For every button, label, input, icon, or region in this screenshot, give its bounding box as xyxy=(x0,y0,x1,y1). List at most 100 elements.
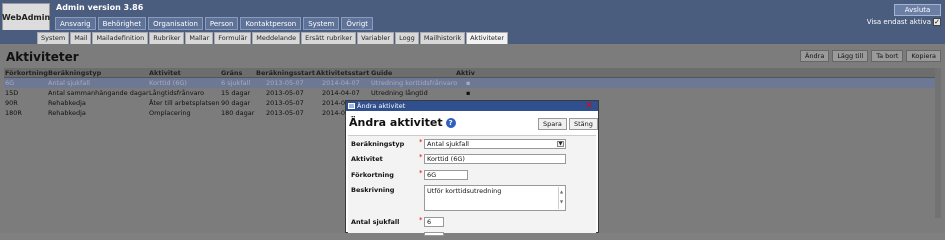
cell-guide: Utredning korttidsfrånvaro xyxy=(371,79,458,87)
subtab-ersatt-rubriker[interactable]: Ersätt rubriker xyxy=(301,32,357,44)
required-marker: * xyxy=(419,153,423,161)
berakningstyp-value: Antal sjukfall xyxy=(427,140,469,148)
cell-aktivitetsstart: 2014-04-07 xyxy=(322,89,360,97)
edit-button[interactable]: Ändra xyxy=(799,50,830,62)
dialog-titlebar[interactable]: Ändra aktivitet ✕ xyxy=(346,101,598,111)
dialog-heading-text: Ändra aktivitet xyxy=(349,116,443,129)
required-marker: * xyxy=(419,138,423,146)
forkortning-input[interactable]: 6G xyxy=(424,170,468,180)
cell-berakningstyp: Rehabkedja xyxy=(48,99,86,107)
subtab-logg[interactable]: Logg xyxy=(395,32,419,44)
page-title: Aktiviteter xyxy=(6,50,79,64)
col-grans[interactable]: Gräns xyxy=(221,68,242,78)
show-active-only-checkbox[interactable]: ✓ xyxy=(933,18,941,26)
cell-berakningsstart: 2013-05-07 xyxy=(266,79,304,87)
show-active-only: Visa endast aktiva ✓ xyxy=(867,18,941,26)
save-button[interactable]: Spara xyxy=(538,118,567,130)
logout-button[interactable]: Avsluta xyxy=(894,4,941,16)
cell-forkortning: 180R xyxy=(5,109,22,117)
subtab-mailadefinition[interactable]: Mailadefinition xyxy=(92,32,149,44)
subtab-mail[interactable]: Mail xyxy=(70,32,92,44)
chevron-down-icon: ▼ xyxy=(557,141,564,147)
subtab-variabler[interactable]: Variabler xyxy=(357,32,395,44)
table-scrollbar[interactable] xyxy=(935,68,941,218)
textarea-scrollbar[interactable]: ▲ ▼ xyxy=(558,187,564,209)
delete-button[interactable]: Ta bort xyxy=(871,50,904,62)
cell-grans: 90 dagar xyxy=(221,99,251,107)
cell-aktivitetsstart: 2014-0 xyxy=(322,109,346,117)
dialog-window-title: Ändra aktivitet xyxy=(357,102,406,110)
cell-grans: 15 dagar xyxy=(221,89,251,97)
cell-guide: Utredning långtid xyxy=(371,89,428,97)
aktivitet-input[interactable]: Korttid (6G) xyxy=(424,154,566,164)
antal-sjukfall-input[interactable]: 6 xyxy=(424,217,444,227)
col-forkortning[interactable]: Förkortning xyxy=(5,68,48,78)
aktivitet-label: Aktivitet xyxy=(351,155,383,163)
tab-kontaktperson[interactable]: Kontaktperson xyxy=(240,17,302,30)
table-header: Förkortning Beräkningstyp Aktivitet Grän… xyxy=(4,68,938,78)
tab-system[interactable]: System xyxy=(303,17,340,30)
cell-aktiv: ▪ xyxy=(466,89,471,97)
tab-behorighet[interactable]: Behörighet xyxy=(97,17,147,30)
table-row[interactable]: 15D Antal sammanhängande dagar Långtidsf… xyxy=(4,88,938,98)
cell-aktivitet: Korttid (6G) xyxy=(149,79,187,87)
cell-grans: 6 sjukfall xyxy=(221,79,251,87)
required-marker: * xyxy=(419,169,423,177)
cell-forkortning: 90R xyxy=(5,99,18,107)
app-logo: WebAdmin xyxy=(2,3,50,31)
cell-aktivitet: Omplacering xyxy=(149,109,191,117)
page-actions: Ändra Lägg till Ta bort Kopiera xyxy=(799,50,941,62)
subtab-system[interactable]: System xyxy=(37,32,70,44)
antal-sjukfall-label: Antal sjukfall xyxy=(351,218,400,226)
cell-berakningstyp: Antal sjukfall xyxy=(48,79,90,87)
forkortning-label: Förkortning xyxy=(351,171,394,179)
cell-berakningsstart: 2013-05-07 xyxy=(266,89,304,97)
col-aktivitetsstart[interactable]: Aktivitetsstart xyxy=(316,68,369,78)
cell-aktivitet: Långtidsfrånvaro xyxy=(149,89,205,97)
subtab-aktiviteter[interactable]: Aktiviteter xyxy=(466,32,509,44)
cell-forkortning: 6G xyxy=(5,79,15,87)
dialog-heading: Ändra aktivitet ? xyxy=(349,116,456,129)
subtab-rubriker[interactable]: Rubriker xyxy=(149,32,185,44)
next-field-input[interactable] xyxy=(424,232,444,236)
berakningstyp-select[interactable]: Antal sjukfall ▼ xyxy=(424,139,566,149)
cell-berakningstyp: Rehabkedja xyxy=(48,109,86,117)
subtab-mallar[interactable]: Mallar xyxy=(185,32,214,44)
tab-ovrigt[interactable]: Övrigt xyxy=(341,17,374,30)
cell-berakningsstart: 2013-05-07 xyxy=(266,99,304,107)
cell-aktivitetsstart: 2014-0 xyxy=(322,99,346,107)
cell-berakningstyp: Antal sammanhängande dagar xyxy=(48,89,149,97)
tab-organisation[interactable]: Organisation xyxy=(148,17,203,30)
subtab-mailhistorik[interactable]: Mailhistorik xyxy=(419,32,466,44)
close-button[interactable]: Stäng xyxy=(569,118,598,130)
subtab-meddelande[interactable]: Meddelande xyxy=(252,32,301,44)
tab-ansvarig[interactable]: Ansvarig xyxy=(55,17,96,30)
sub-tabs-bar: System Mail Mailadefinition Rubriker Mal… xyxy=(0,30,945,44)
cell-aktiv: ▪ xyxy=(466,79,471,87)
beskrivning-value: Utför korttidsutredning xyxy=(427,187,502,195)
col-berakningstyp[interactable]: Beräkningstyp xyxy=(48,68,101,78)
cell-aktivitetsstart: 2014-04-07 xyxy=(322,79,360,87)
window-icon xyxy=(348,103,355,109)
berakningstyp-label: Beräkningstyp xyxy=(351,140,405,148)
main-tabs: Ansvarig Behörighet Organisation Person … xyxy=(55,17,374,30)
required-marker: * xyxy=(419,216,423,224)
table-row[interactable]: 6G Antal sjukfall Korttid (6G) 6 sjukfal… xyxy=(4,78,938,88)
col-aktivitet[interactable]: Aktivitet xyxy=(149,68,181,78)
subtab-formular[interactable]: Formulär xyxy=(214,32,252,44)
cell-forkortning: 15D xyxy=(5,89,19,97)
cell-aktivitet: Åter till arbetsplatsen xyxy=(149,99,220,107)
close-icon[interactable]: ✕ xyxy=(583,101,595,111)
add-button[interactable]: Lägg till xyxy=(832,50,869,62)
cell-grans: 180 dagar xyxy=(221,109,255,117)
beskrivning-textarea[interactable]: Utför korttidsutredning ▲ ▼ xyxy=(424,185,566,211)
col-berakningsstart[interactable]: Beräkningsstart xyxy=(256,68,315,78)
version-label: Admin version 3.86 xyxy=(56,3,144,12)
col-guide[interactable]: Guide xyxy=(371,68,392,78)
beskrivning-label: Beskrivning xyxy=(351,186,395,194)
help-icon[interactable]: ? xyxy=(445,117,456,128)
edit-activity-dialog: Ändra aktivitet ✕ Ändra aktivitet ? Spar… xyxy=(345,100,599,236)
col-aktiv[interactable]: Aktiv xyxy=(456,68,475,78)
tab-person[interactable]: Person xyxy=(204,17,239,30)
copy-button[interactable]: Kopiera xyxy=(906,50,941,62)
